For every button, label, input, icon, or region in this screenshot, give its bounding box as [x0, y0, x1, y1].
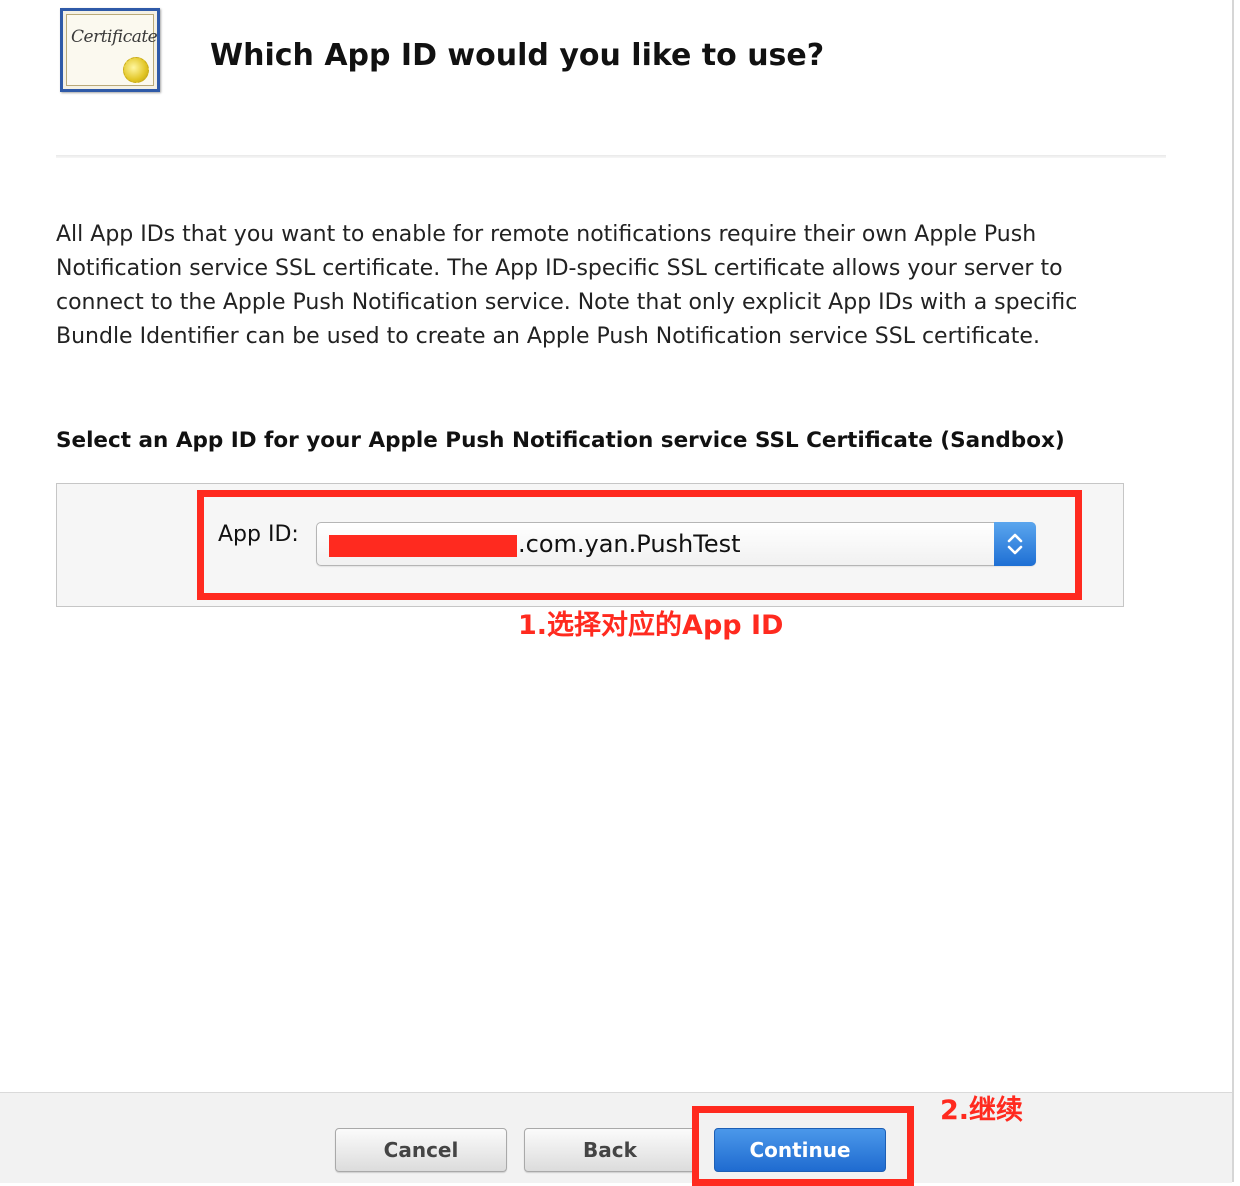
annotation-step2: 2.继续 [940, 1095, 1024, 1126]
cancel-button[interactable]: Cancel [335, 1128, 507, 1172]
description-text: All App IDs that you want to enable for … [56, 222, 1078, 349]
page-title: Which App ID would you like to use? [210, 38, 825, 73]
window-right-edge [1232, 0, 1234, 1182]
section-heading: Select an App ID for your Apple Push Not… [56, 428, 1065, 453]
annotation-box-continue [692, 1106, 914, 1186]
annotation-step1: 1.选择对应的App ID [518, 610, 784, 641]
header-divider [56, 155, 1166, 158]
annotation-box-select [197, 490, 1082, 600]
certificate-icon-text: Certificate [71, 27, 158, 47]
seal-icon [123, 57, 149, 83]
back-button[interactable]: Back [524, 1128, 696, 1172]
certificate-icon: Certificate [60, 8, 160, 92]
